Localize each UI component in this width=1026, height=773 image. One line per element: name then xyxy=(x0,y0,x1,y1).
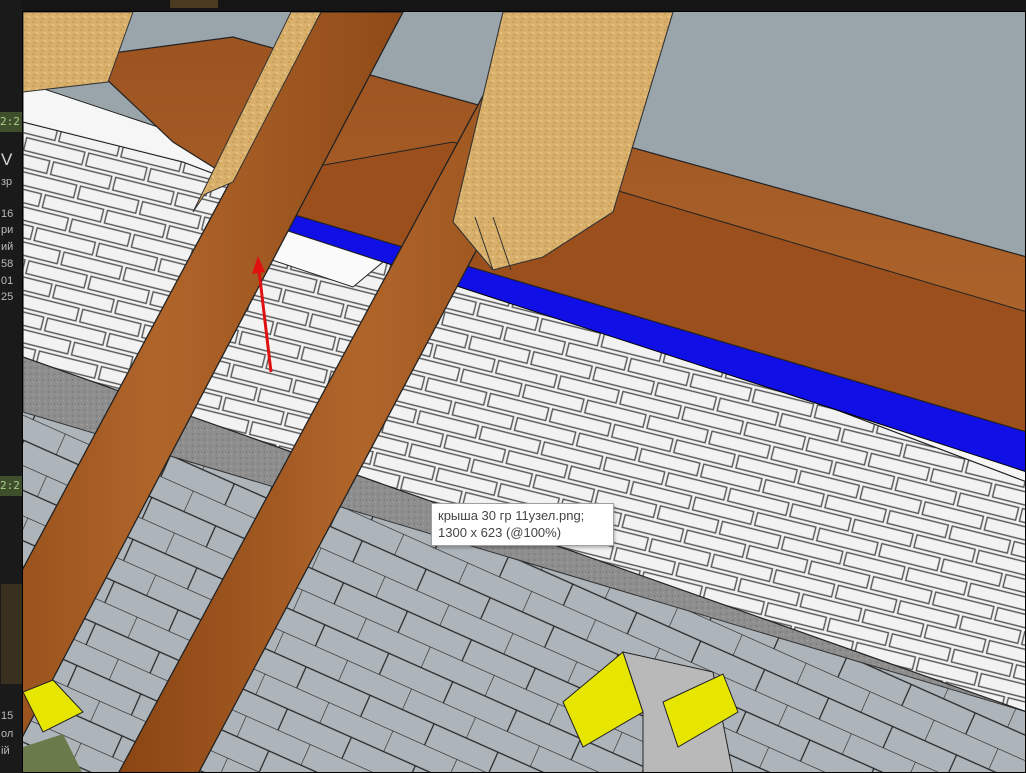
background-text-fragment: 01 xyxy=(1,275,14,287)
background-text-fragment: ол xyxy=(1,728,14,740)
background-tab-time: 2:2 xyxy=(0,476,22,496)
background-text-fragment: 16 xyxy=(1,208,14,220)
tooltip-filename: крыша 30 гр 11узел.png; xyxy=(438,508,585,523)
background-tab-time: 2:2 xyxy=(0,112,22,132)
background-text-fragment: ій xyxy=(1,745,10,757)
background-text-fragment: 25 xyxy=(1,291,14,303)
background-heading-fragment: V xyxy=(1,150,13,169)
background-text-fragment: 15 xyxy=(1,710,14,722)
background-text-fragment: зр xyxy=(1,176,13,188)
background-window-strip: 2:2 V зр 16 ри ий 58 01 25 2:2 15 ол ій xyxy=(0,0,22,773)
background-topbar xyxy=(0,0,1026,11)
background-text-fragment: ри xyxy=(1,224,14,236)
background-thumbnail-image xyxy=(1,584,22,684)
background-thumbnail xyxy=(170,0,218,8)
image-viewer[interactable]: крыша 30 гр 11узел.png; 1300 x 623 (@100… xyxy=(22,11,1026,773)
tooltip-dimensions: 1300 x 623 (@100%) xyxy=(438,525,562,540)
roof-node-render xyxy=(23,12,1025,772)
background-text-fragment: 58 xyxy=(1,258,14,270)
image-info-tooltip: крыша 30 гр 11узел.png; 1300 x 623 (@100… xyxy=(431,503,614,546)
background-text-fragment: ий xyxy=(1,241,14,253)
